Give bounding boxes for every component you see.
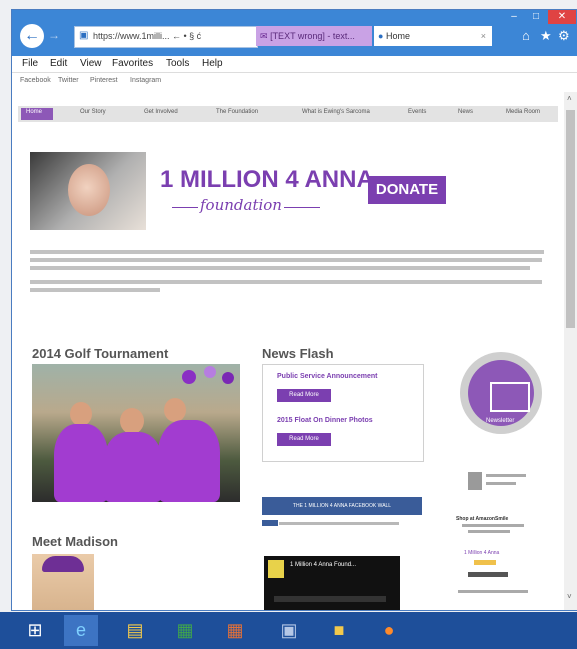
scroll-up-icon[interactable]: ˄ (567, 94, 572, 103)
address-text: https://www.1milli... ← • § ć (93, 31, 202, 41)
nav-news[interactable]: News (458, 109, 473, 115)
news-heading: News Flash (262, 346, 334, 361)
fav-instagram[interactable]: Instagram (130, 77, 161, 84)
intro-text-line (30, 258, 542, 262)
maximize-button[interactable]: □ (526, 10, 546, 24)
menu-tools[interactable]: Tools (166, 58, 189, 69)
brand-divider (284, 207, 320, 208)
nav-ewings-sarcoma[interactable]: What is Ewing's Sarcoma (302, 109, 370, 115)
nav-media-room[interactable]: Media Room (506, 109, 540, 115)
windows-start-icon[interactable]: ⊞ (18, 615, 52, 646)
browser-window: – □ ✕ ← → ▣ https://www.1milli... ← • § … (12, 10, 577, 610)
nav-get-involved[interactable]: Get Involved (144, 109, 178, 115)
favorites-star-icon[interactable]: ★ (540, 28, 552, 44)
fav-facebook[interactable]: Facebook (20, 77, 51, 84)
menu-view[interactable]: View (80, 58, 102, 69)
menu-bar: File Edit View Favorites Tools Help (12, 56, 577, 73)
file-explorer-icon[interactable]: ▤ (118, 615, 152, 646)
intro-text-line (30, 280, 542, 284)
brand-divider (172, 207, 198, 208)
amazon-smile-link[interactable]: 1 Million 4 Anna (464, 550, 499, 556)
newsletter-label: Newsletter (486, 418, 515, 424)
madison-photo[interactable] (32, 554, 94, 610)
facebook-wall-button[interactable]: THE 1 MILLION 4 ANNA FACEBOOK WALL (262, 497, 422, 515)
read-more-button[interactable]: Read More (277, 389, 331, 402)
folder-icon[interactable]: ■ (322, 615, 356, 646)
minimize-button[interactable]: – (504, 10, 524, 24)
scroll-thumb[interactable] (566, 110, 575, 328)
mail-icon: ✉ (260, 31, 268, 41)
shop-heading: Shop at AmazonSmile (456, 516, 509, 522)
tab-mail-label: [TEXT wrong] - text... (270, 31, 355, 41)
news-list: Public Service Announcement Read More 20… (262, 364, 424, 462)
video-thumbnail[interactable]: 1 Million 4 Anna Found... (264, 556, 400, 610)
amazon-button[interactable] (474, 560, 496, 565)
sponsor-logo[interactable] (468, 470, 528, 494)
newsletter-button[interactable]: Newsletter (460, 352, 542, 434)
nav-our-story[interactable]: Our Story (80, 109, 106, 115)
site-nav: Home Our Story Get Involved The Foundati… (18, 106, 558, 122)
golf-tournament-photo[interactable] (32, 364, 240, 502)
home-icon[interactable]: ⌂ (522, 28, 530, 43)
firefox-icon[interactable]: ● (372, 615, 406, 646)
golf-heading: 2014 Golf Tournament (32, 346, 169, 361)
web-page: Home Our Story Get Involved The Foundati… (12, 92, 564, 610)
ie-tab-icon: ● (378, 31, 384, 41)
tab-home[interactable]: ● Home × (374, 26, 492, 46)
intro-text-line (30, 288, 160, 292)
facebook-like-button[interactable] (262, 520, 278, 526)
donate-button[interactable]: DONATE (368, 176, 446, 204)
favorites-bar: Facebook Twitter Pinterest Instagram (12, 73, 577, 91)
intro-text-line (30, 250, 544, 254)
taskbar: ⊞ e ▤ ▦ ▦ ▣ ■ ● (0, 612, 577, 649)
address-bar[interactable]: ▣ https://www.1milli... ← • § ć (74, 26, 258, 48)
menu-edit[interactable]: Edit (50, 58, 67, 69)
brand-subtitle: foundation (200, 196, 282, 214)
hero-photo (30, 152, 146, 230)
news-link-dinner-photos[interactable]: 2015 Float On Dinner Photos (277, 417, 373, 424)
news-link-psa[interactable]: Public Service Announcement (277, 373, 378, 380)
excel-icon[interactable]: ▦ (168, 615, 202, 646)
read-more-button[interactable]: Read More (277, 433, 331, 446)
title-bar: – □ ✕ ← → ▣ https://www.1milli... ← • § … (12, 10, 577, 56)
settings-gear-icon[interactable]: ⚙ (558, 28, 570, 44)
forward-button[interactable]: → (48, 28, 60, 42)
envelope-icon (490, 382, 530, 412)
close-tab-icon[interactable]: × (481, 26, 486, 46)
photos-icon[interactable]: ▣ (272, 615, 306, 646)
menu-file[interactable]: File (22, 58, 38, 69)
close-window-button[interactable]: ✕ (548, 10, 576, 24)
nav-home[interactable]: Home (21, 108, 53, 120)
nav-foundation[interactable]: The Foundation (216, 109, 258, 115)
amazon-logo (468, 572, 508, 577)
facebook-like-strip (262, 520, 422, 528)
powerpoint-icon[interactable]: ▦ (218, 615, 252, 646)
menu-favorites[interactable]: Favorites (112, 58, 153, 69)
tab-home-label: Home (385, 31, 410, 41)
scroll-down-icon[interactable]: ˅ (567, 592, 572, 601)
brand-title[interactable]: 1 MILLION 4 ANNA (160, 166, 374, 194)
ie-icon[interactable]: e (64, 615, 98, 646)
page-icon: ▣ (79, 30, 89, 41)
fav-twitter[interactable]: Twitter (58, 77, 79, 84)
nav-events[interactable]: Events (408, 109, 426, 115)
menu-help[interactable]: Help (202, 58, 223, 69)
back-button[interactable]: ← (20, 24, 44, 48)
page-scrollbar[interactable]: ˄ ˅ (564, 92, 577, 610)
nav-home-label: Home (26, 109, 43, 115)
intro-text-line (30, 266, 530, 270)
tab-mail[interactable]: ✉ [TEXT wrong] - text... (256, 26, 372, 46)
video-logo (268, 560, 284, 578)
fav-pinterest[interactable]: Pinterest (90, 77, 118, 84)
video-title: 1 Million 4 Anna Found... (290, 562, 357, 568)
madison-heading: Meet Madison (32, 534, 118, 549)
